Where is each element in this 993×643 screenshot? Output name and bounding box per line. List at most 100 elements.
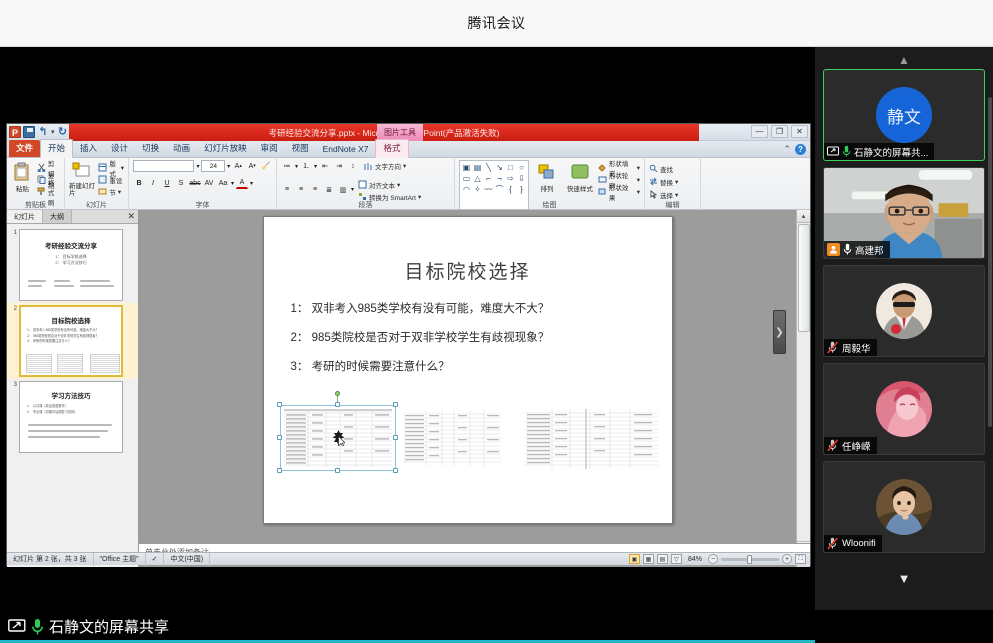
shape-cloud-icon[interactable]: ◠ — [461, 184, 472, 195]
slide-thumbnail-2[interactable]: 2 目标院校选择 1： 双非考入985类学校有没有可能，难度大不大？ 2： 98… — [7, 303, 138, 379]
align-left-icon[interactable]: ≡ — [281, 184, 293, 196]
normal-view-icon[interactable]: ▣ — [629, 554, 640, 564]
underline-icon[interactable]: U — [161, 177, 173, 189]
chevron-right-icon[interactable]: ❯ — [773, 310, 786, 354]
shape-arrow-right-icon[interactable]: ⇨ — [505, 173, 516, 184]
undo-dropdown-icon[interactable]: ▾ — [51, 128, 55, 136]
ribbon-tab-strip[interactable]: 文件 开始 插入 设计 切换 动画 幻灯片放映 审阅 视图 EndNote X7… — [7, 141, 810, 158]
bold-icon[interactable]: B — [133, 177, 145, 189]
shape-elbow2-icon[interactable]: ¬ — [494, 173, 505, 184]
strikethrough-icon[interactable]: abc — [189, 177, 201, 189]
outline-tab-outline[interactable]: 大纲 — [43, 210, 72, 223]
resize-handle-n[interactable] — [335, 402, 340, 407]
slide-edit-area[interactable]: 目标院校选择 1： 双非考入985类学校有没有可能，难度大不大？ 2： 985类… — [139, 210, 796, 567]
minimize-button[interactable]: — — [751, 125, 768, 138]
window-controls[interactable]: — ❐ ✕ — [751, 125, 808, 138]
shape-square-icon[interactable]: □ — [505, 162, 516, 173]
shape-outline-dropdown-icon[interactable]: ▾ — [637, 176, 640, 184]
shape-arc-icon[interactable]: ⌒ — [494, 184, 505, 195]
slide-thumbnail-1[interactable]: 1 考研经验交流分享 1： 目标学校选择 2： 学习方法技巧 — [7, 227, 138, 303]
bullets-icon[interactable]: ≔ — [281, 160, 293, 172]
scroll-up-button[interactable]: ▴ — [797, 210, 810, 223]
restore-button[interactable]: ❐ — [771, 125, 788, 138]
outline-pane-tabs[interactable]: 幻灯片 大纲 ✕ — [7, 210, 138, 224]
resize-handle-se[interactable] — [393, 468, 398, 473]
shape-brace-right-icon[interactable]: } — [516, 184, 527, 195]
shape-rectangle2-icon[interactable]: ▭ — [461, 173, 472, 184]
numbering-dropdown-icon[interactable]: ▾ — [314, 163, 317, 170]
slide-body-placeholder[interactable]: 1： 双非考入985类学校有没有可能，难度大不大？ 2： 985类院校是否对于双… — [291, 300, 651, 387]
scrollbar-thumb[interactable] — [798, 224, 810, 332]
fit-to-window-icon[interactable]: ⛶ — [795, 554, 806, 564]
bullets-dropdown-icon[interactable]: ▾ — [295, 163, 298, 170]
text-direction-button[interactable]: 文字方向 ▾ — [364, 161, 406, 172]
shape-brace-left-icon[interactable]: { — [505, 184, 516, 195]
reading-view-icon[interactable]: ▤ — [657, 554, 668, 564]
thumb-canvas[interactable]: 学习方法技巧 1： 公共课（政治英语数学） 2： 专业课（初期中后期复习安排） — [19, 381, 123, 453]
participant-tile-2[interactable]: 高建邦 — [823, 167, 985, 259]
resize-handle-w[interactable] — [277, 435, 282, 440]
sidebar-scrollbar[interactable] — [988, 97, 992, 427]
ribbon[interactable]: 粘贴 剪切 — [7, 158, 810, 210]
thumb-canvas[interactable]: 考研经验交流分享 1： 目标学校选择 2： 学习方法技巧 — [19, 229, 123, 301]
shape-fill-dropdown-icon[interactable]: ▾ — [637, 164, 640, 172]
shape-rect-icon[interactable]: ▣ — [461, 162, 472, 173]
line-spacing-icon[interactable]: ↕ — [347, 160, 359, 172]
slide-counter[interactable]: 幻灯片 第 2 张，共 3 张 — [7, 553, 94, 566]
outline-tab-slides[interactable]: 幻灯片 — [7, 210, 43, 223]
tab-animations[interactable]: 动画 — [166, 140, 197, 157]
chevron-up-icon[interactable]: ▲ — [823, 53, 985, 69]
text-direction-dropdown-icon[interactable]: ▾ — [403, 162, 406, 170]
change-case-icon[interactable]: Aa — [217, 177, 229, 189]
resize-handle-s[interactable] — [335, 468, 340, 473]
font-name-dropdown-icon[interactable]: ▾ — [196, 163, 199, 170]
shape-curve-icon[interactable]: 〰 — [483, 184, 494, 195]
shape-textbox-icon[interactable]: ▤ — [472, 162, 483, 173]
table-image-3[interactable] — [524, 408, 659, 470]
participant-tile-4[interactable]: 任峥嵘 — [823, 363, 985, 455]
close-button[interactable]: ✕ — [791, 125, 808, 138]
slide-sorter-icon[interactable]: ▦ — [643, 554, 654, 564]
shape-star-icon[interactable]: ✧ — [472, 184, 483, 195]
close-icon[interactable]: ✕ — [127, 211, 135, 222]
status-bar-right[interactable]: ▣ ▦ ▤ ▽ 84% − + ⛶ — [629, 554, 810, 564]
shape-effects-button[interactable]: 形状效果 ▾ — [598, 186, 640, 197]
slideshow-icon[interactable]: ▽ — [671, 554, 682, 564]
undo-icon[interactable]: ↰ — [37, 126, 49, 138]
select-dropdown-icon[interactable]: ▾ — [675, 191, 678, 199]
italic-icon[interactable]: I — [147, 177, 159, 189]
clear-format-icon[interactable]: 🧹 — [260, 160, 272, 172]
character-spacing-icon[interactable]: AV — [203, 177, 215, 189]
align-center-icon[interactable]: ≡ — [295, 184, 307, 196]
decrease-indent-icon[interactable]: ⇤ — [319, 160, 331, 172]
tab-home[interactable]: 开始 — [40, 139, 73, 158]
language-indicator[interactable]: 中文(中国) — [164, 553, 210, 566]
align-text-button[interactable]: 对齐文本 ▾ — [358, 179, 421, 190]
font-name-combo[interactable] — [133, 160, 194, 172]
participants-sidebar[interactable]: ▲ 静文 石静文的屏幕共... — [815, 47, 993, 610]
save-icon[interactable] — [23, 126, 35, 138]
format-painter-button[interactable]: 格式刷 — [37, 186, 60, 197]
shape-arrow-down-icon[interactable]: ⇩ — [516, 173, 527, 184]
reset-button[interactable]: 重设 — [98, 174, 124, 185]
tab-transitions[interactable]: 切换 — [135, 140, 166, 157]
slide-thumbnail-3[interactable]: 3 学习方法技巧 1： 公共课（政治英语数学） 2： 专业课（初期中后期复习安排… — [7, 379, 138, 455]
find-button[interactable]: 查找 — [649, 163, 678, 174]
increase-indent-icon[interactable]: ⇥ — [333, 160, 345, 172]
grow-font-icon[interactable]: A▴ — [232, 160, 244, 172]
participant-tile-3[interactable]: 周毅华 — [823, 265, 985, 357]
tab-design[interactable]: 设计 — [104, 140, 135, 157]
tab-review[interactable]: 审阅 — [254, 140, 285, 157]
minimize-ribbon-icon[interactable]: ⌃ — [783, 144, 791, 155]
shape-line-icon[interactable]: ╲ — [483, 162, 494, 173]
replace-dropdown-icon[interactable]: ▾ — [675, 178, 678, 186]
tab-slideshow[interactable]: 幻灯片放映 — [197, 140, 254, 157]
tab-endnote[interactable]: EndNote X7 — [316, 142, 376, 157]
align-text-dropdown-icon[interactable]: ▾ — [397, 181, 400, 189]
tab-insert[interactable]: 插入 — [73, 140, 104, 157]
resize-handle-ne[interactable] — [393, 402, 398, 407]
shrink-font-icon[interactable]: A▾ — [246, 160, 258, 172]
justify-icon[interactable]: ≣ — [323, 184, 335, 196]
shape-elbow-icon[interactable]: ⌐ — [483, 173, 494, 184]
zoom-in-icon[interactable]: + — [782, 554, 792, 564]
